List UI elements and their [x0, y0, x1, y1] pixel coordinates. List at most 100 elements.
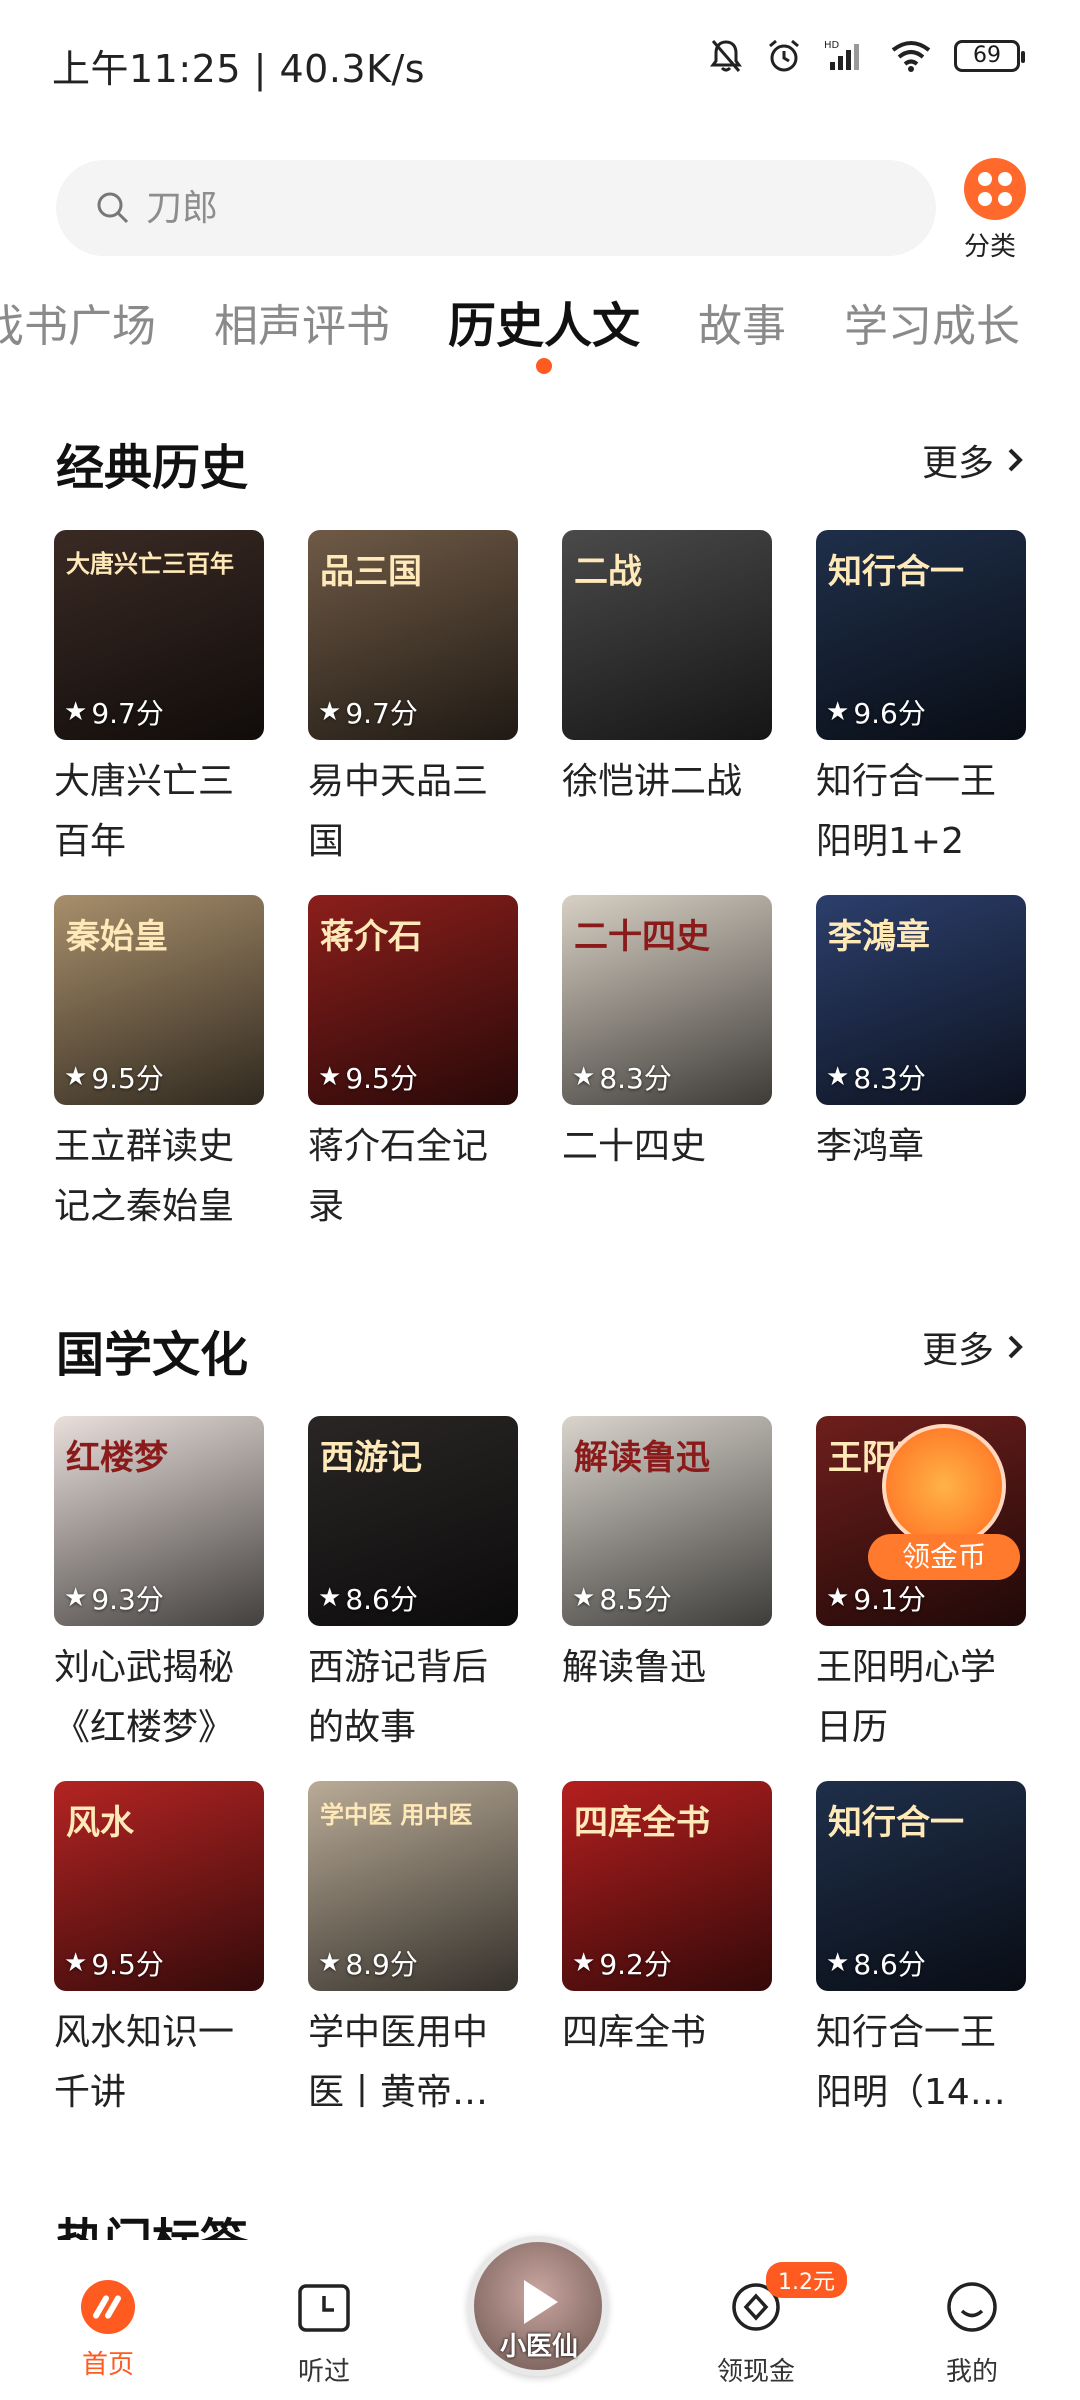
book-card[interactable]: 西游记 ★ 8.6分西游记背后的故事 [308, 1416, 518, 1758]
book-cover: 红楼梦 ★ 9.3分 [54, 1416, 264, 1626]
rating-badge: ★ 8.6分 [826, 1943, 926, 1983]
nav-home[interactable]: 首页 [48, 2280, 168, 2381]
rating-value: 9.2分 [599, 1948, 672, 1981]
smile-profile-icon [947, 2282, 997, 2332]
book-title: 二十四史 [562, 1126, 707, 1167]
mini-player[interactable]: 小医仙 [468, 2236, 608, 2376]
book-title: 知行合一王阳明（14… [816, 2012, 1006, 2113]
book-title: 学中医用中医丨黄帝… [308, 2012, 489, 2113]
rating-value: 8.6分 [345, 1583, 418, 1616]
rating-badge: ★ 9.5分 [318, 1057, 418, 1097]
player-title: 小医仙 [500, 2332, 579, 2362]
search-input[interactable] [146, 187, 866, 229]
home-icon [81, 2280, 135, 2334]
rating-badge: ★ 9.6分 [826, 692, 926, 732]
rating-badge: ★ 9.3分 [64, 1578, 164, 1618]
book-title: 蒋介石全记录 [308, 1126, 489, 1227]
wifi-icon [891, 41, 931, 72]
cover-title-text: 四库全书 [574, 1803, 710, 1843]
cover-title-text: 知行合一 [828, 552, 964, 592]
cover-title-text: 红楼梦 [66, 1438, 168, 1478]
book-card[interactable]: 李鴻章 ★ 8.3分 李鸿章 [816, 895, 1026, 1177]
tab-1[interactable]: 戏书广场 [0, 290, 156, 354]
rating-value: 9.5分 [345, 1062, 418, 1095]
book-cover: 李鴻章 ★ 8.3分 [816, 895, 1026, 1105]
rating-badge: ★ 8.9分 [318, 1943, 418, 1983]
rating-value: 9.7分 [91, 697, 164, 730]
book-cover: 秦始皇 ★ 9.5分 [54, 895, 264, 1105]
book-card[interactable]: 学中医 用中医 ★ 8.9分学中医用中医丨黄帝… [308, 1781, 518, 2123]
book-title: 王立群读史记之秦始皇 [54, 1126, 235, 1227]
star-icon: ★ [64, 1062, 88, 1092]
book-cover: 西游记 ★ 8.6分 [308, 1416, 518, 1626]
rating-badge: ★ 9.5分 [64, 1057, 164, 1097]
nav-history[interactable]: 听过 [264, 2280, 384, 2388]
book-title: 西游记背后的故事 [308, 1647, 489, 1748]
search-bar[interactable] [56, 160, 936, 256]
book-grid-history: 大唐兴亡三百年 ★ 9.7分 大唐兴亡三百年 品三国 ★ 9.7分 易中天品三国 二战 徐恺讲二战… [54, 530, 1026, 1250]
rating-value: 8.9分 [345, 1948, 418, 1981]
book-title: 大唐兴亡三百年 [54, 761, 235, 862]
signal-icon: HD [824, 40, 859, 70]
rating-badge: ★ 9.7分 [64, 692, 164, 732]
book-card[interactable]: 秦始皇 ★ 9.5分王立群读史记之秦始皇 [54, 895, 264, 1237]
book-card[interactable]: 大唐兴亡三百年 ★ 9.7分 大唐兴亡三百年 [54, 530, 264, 872]
category-button[interactable]: 分类 [960, 158, 1030, 263]
tab-5[interactable]: 学习成长 [844, 290, 1020, 354]
gold-coin-label: 领金币 [868, 1534, 1020, 1580]
book-title: 解读鲁迅 [562, 1647, 707, 1688]
book-title: 四库全书 [562, 2012, 707, 2053]
book-card[interactable]: 风水 ★ 9.5分 风水知识一千讲 [54, 1781, 264, 2123]
category-label: 分类 [963, 232, 1016, 262]
tab-3-active[interactable]: 历史人文 [448, 286, 640, 374]
star-icon: ★ [318, 1062, 342, 1092]
book-card[interactable]: 蒋介石 ★ 9.5分蒋介石全记录 [308, 895, 518, 1237]
rating-value: 9.5分 [91, 1948, 164, 1981]
book-card[interactable]: 四库全书 ★ 9.2分 四库全书 [562, 1781, 772, 2063]
alarm-icon [769, 39, 799, 72]
more-link[interactable]: 更多 [922, 434, 1026, 486]
book-card[interactable]: 解读鲁迅 ★ 8.5分 解读鲁迅 [562, 1416, 772, 1698]
rating-badge: ★ 8.6分 [318, 1578, 418, 1618]
nav-mine-label: 我的 [945, 2357, 998, 2387]
chevron-right-icon [1008, 448, 1023, 472]
book-card[interactable]: 二十四史 ★ 8.3分二十四史 [562, 895, 772, 1177]
nav-cash-label: 领现金 [716, 2357, 795, 2387]
rating-badge: ★ 9.7分 [318, 692, 418, 732]
battery-icon: 69 [954, 40, 1025, 72]
rating-badge: ★ 8.3分 [572, 1057, 672, 1097]
category-tabs: 戏书广场 相声评书 历史人文 故事 学习成长 亲 [0, 290, 1080, 380]
book-title: 易中天品三国 [308, 761, 489, 862]
book-card[interactable]: 红楼梦 ★ 9.3分 刘心武揭秘《红楼梦》 [54, 1416, 264, 1758]
cover-title-text: 风水 [66, 1803, 134, 1843]
book-cover: 二十四史 ★ 8.3分 [562, 895, 772, 1105]
book-card[interactable]: 二战 徐恺讲二战 [562, 530, 772, 812]
cover-title-text: 西游记 [320, 1438, 422, 1478]
red-packet-icon [882, 1424, 1006, 1548]
nav-mine[interactable]: 我的 [912, 2280, 1032, 2388]
search-icon [97, 192, 129, 224]
book-cover: 蒋介石 ★ 9.5分 [308, 895, 518, 1105]
more-label: 更多 [921, 443, 994, 484]
more-link[interactable]: 更多 [922, 1321, 1026, 1373]
book-card[interactable]: 知行合一 ★ 8.6分 知行合一王阳明（14… [816, 1781, 1026, 2123]
book-cover: 知行合一 ★ 9.6分 [816, 530, 1026, 740]
rating-badge: ★ 9.2分 [572, 1943, 672, 1983]
star-icon: ★ [826, 1948, 850, 1978]
star-icon: ★ [572, 1948, 596, 1978]
rating-badge: ★ 9.5分 [64, 1943, 164, 1983]
active-tab-indicator [536, 358, 552, 374]
cash-badge: 1.2元 [766, 2262, 847, 2298]
gold-coin-widget[interactable]: 领金币 [860, 1416, 1026, 1582]
tab-4[interactable]: 故事 [698, 290, 786, 354]
star-icon: ★ [826, 1062, 850, 1092]
book-card[interactable]: 知行合一 ★ 9.6分知行合一王阳明1+2 [816, 530, 1026, 872]
tab-2[interactable]: 相声评书 [214, 290, 390, 354]
book-card[interactable]: 品三国 ★ 9.7分 易中天品三国 [308, 530, 518, 872]
star-icon: ★ [318, 1948, 342, 1978]
cover-title-text: 解读鲁迅 [574, 1438, 710, 1478]
book-cover: 学中医 用中医 ★ 8.9分 [308, 1781, 518, 1991]
battery-level: 69 [973, 43, 1001, 68]
more-label: 更多 [921, 1330, 994, 1371]
book-title: 知行合一王阳明1+2 [816, 761, 997, 862]
